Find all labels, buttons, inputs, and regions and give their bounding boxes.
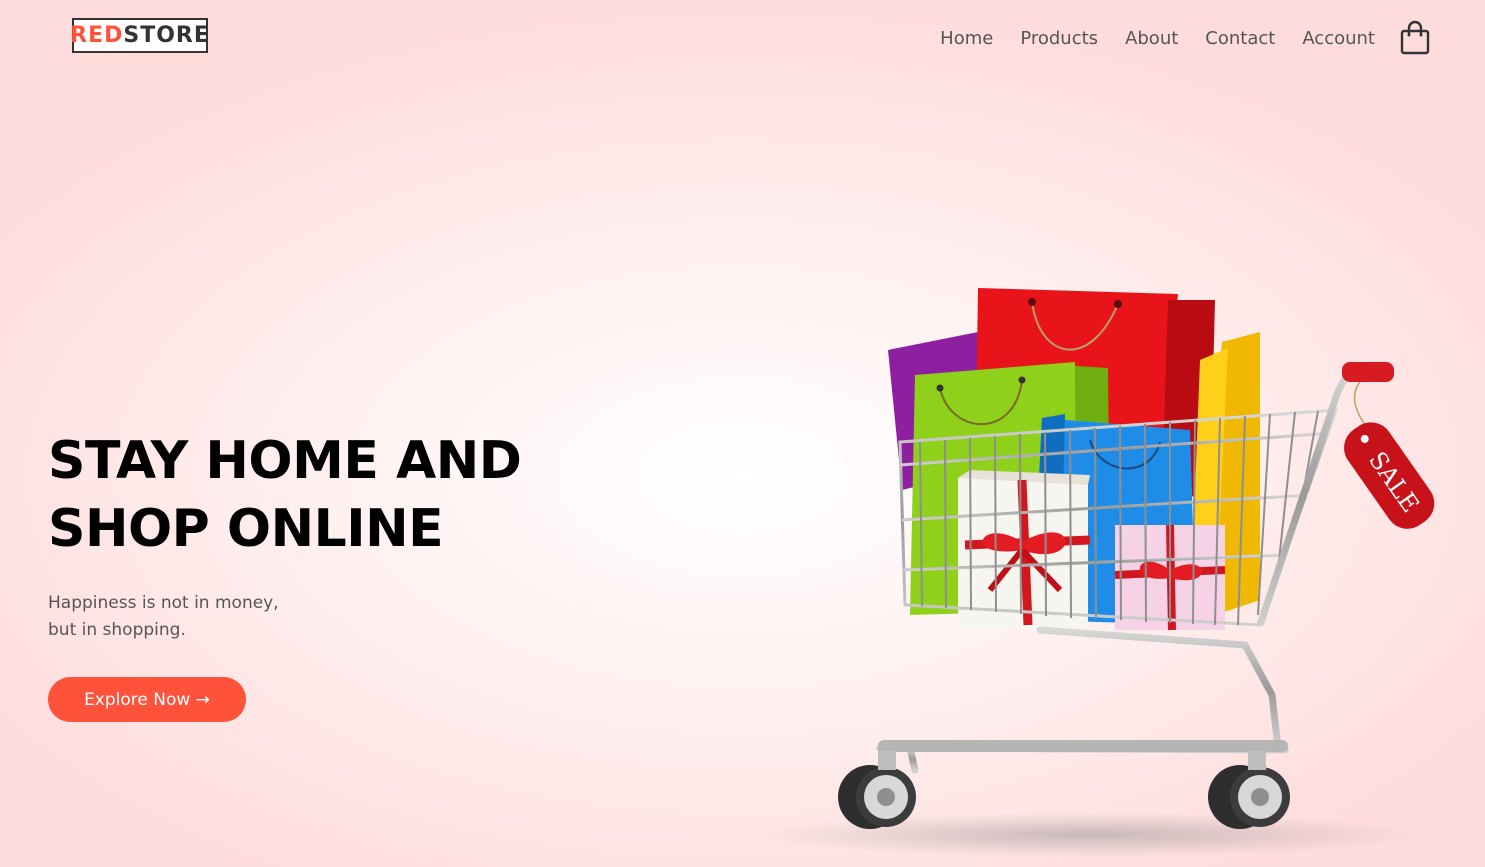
cart-button[interactable] bbox=[1399, 20, 1431, 56]
nav-menu: Home Products About Contact Account bbox=[940, 28, 1375, 49]
logo-text-store: STORE bbox=[123, 23, 210, 48]
nav-item-about: About bbox=[1125, 28, 1178, 49]
nav-item-contact: Contact bbox=[1205, 28, 1275, 49]
nav-link-account[interactable]: Account bbox=[1302, 28, 1375, 49]
hero-title-line-1: STAY HOME AND bbox=[48, 431, 522, 491]
shopping-cart-with-gifts-image: SALE bbox=[760, 288, 1435, 857]
nav-link-products[interactable]: Products bbox=[1020, 28, 1098, 49]
nav-link-about[interactable]: About bbox=[1125, 28, 1178, 49]
nav-item-account: Account bbox=[1302, 28, 1375, 49]
redstore-logo[interactable]: RED STORE bbox=[70, 18, 210, 53]
nav-item-home: Home bbox=[940, 28, 993, 49]
hero-title-line-2: SHOP ONLINE bbox=[48, 499, 444, 559]
navbar: RED STORE Home Products About Contact Acc… bbox=[0, 0, 1485, 80]
explore-now-button[interactable]: Explore Now → bbox=[48, 677, 246, 722]
nav-item-products: Products bbox=[1020, 28, 1098, 49]
hero-title: STAY HOME AND SHOP ONLINE bbox=[48, 427, 608, 563]
shopping-bag-icon bbox=[1400, 20, 1430, 55]
hero-subtitle: Happiness is not in money, but in shoppi… bbox=[48, 590, 279, 644]
nav-link-home[interactable]: Home bbox=[940, 28, 993, 49]
logo-text-red: RED bbox=[70, 23, 124, 48]
hero-subtitle-line-1: Happiness is not in money, bbox=[48, 593, 279, 613]
nav-link-contact[interactable]: Contact bbox=[1205, 28, 1275, 49]
hero-subtitle-line-2: but in shopping. bbox=[48, 620, 186, 640]
